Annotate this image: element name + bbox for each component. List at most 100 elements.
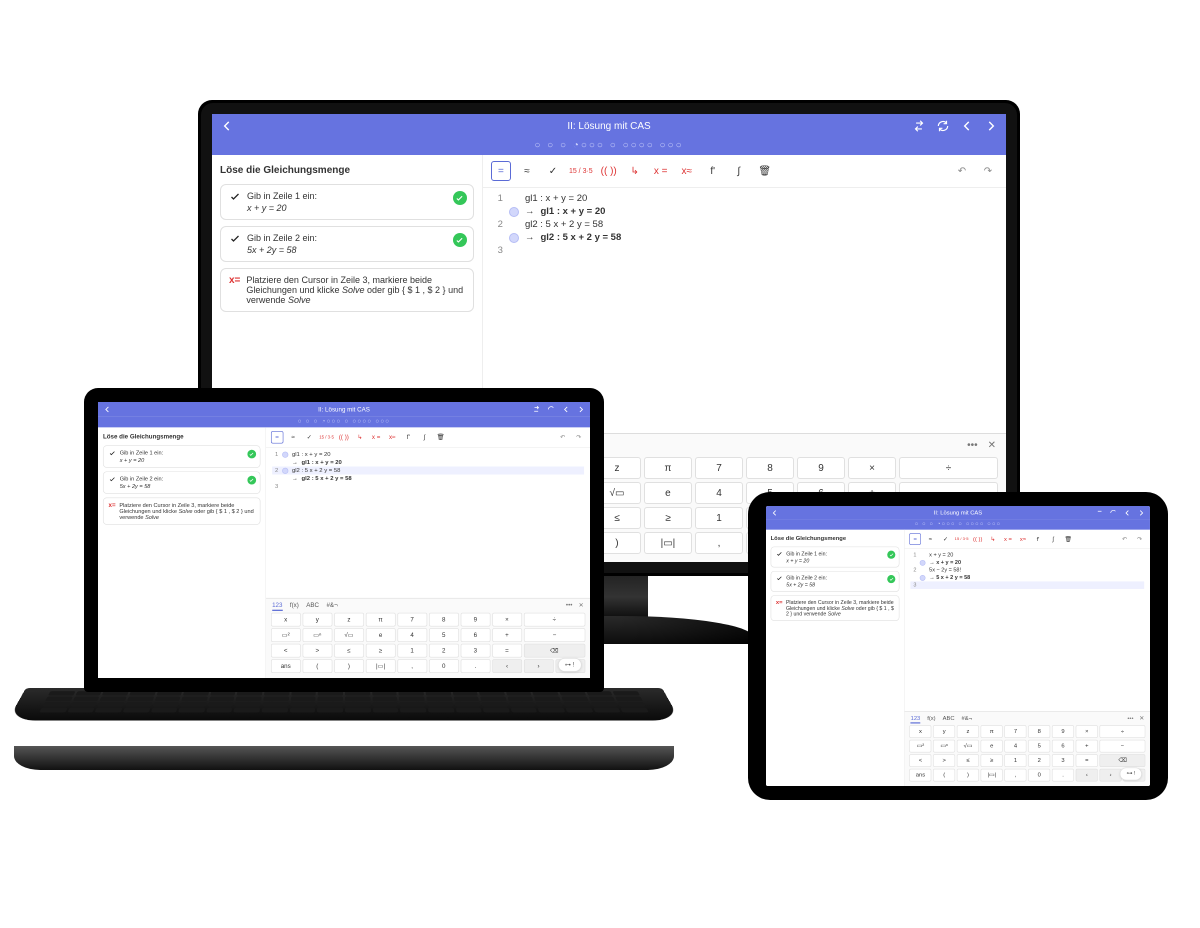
key[interactable]: √▭ bbox=[957, 740, 979, 753]
key[interactable]: y bbox=[933, 725, 955, 738]
key[interactable]: 6 bbox=[460, 628, 490, 642]
key[interactable]: − bbox=[524, 628, 585, 642]
tool-approx[interactable]: ≈ bbox=[517, 161, 537, 181]
key[interactable]: 6 bbox=[1052, 740, 1074, 753]
hint-fab[interactable]: ⊶ ! bbox=[1120, 767, 1142, 780]
key-1[interactable]: 1 bbox=[695, 507, 743, 529]
refresh-icon[interactable] bbox=[547, 405, 556, 414]
key-comma[interactable]: , bbox=[695, 532, 743, 554]
key[interactable]: 3 bbox=[1052, 754, 1074, 767]
key[interactable]: ≥ bbox=[981, 754, 1003, 767]
chevron-right-icon[interactable] bbox=[1137, 509, 1145, 517]
key[interactable]: ⌫ bbox=[1100, 754, 1146, 767]
key[interactable]: × bbox=[492, 613, 522, 627]
key[interactable]: 1 bbox=[397, 644, 427, 658]
key[interactable]: ans bbox=[271, 659, 301, 673]
key[interactable]: 3 bbox=[460, 644, 490, 658]
back-icon[interactable] bbox=[771, 509, 779, 517]
key[interactable]: > bbox=[933, 754, 955, 767]
hint-fab[interactable]: ⊶ ! bbox=[558, 658, 581, 672]
key[interactable]: e bbox=[366, 628, 396, 642]
chevron-right-icon[interactable] bbox=[984, 119, 998, 133]
key[interactable]: ‹ bbox=[492, 659, 522, 673]
key[interactable]: × bbox=[1076, 725, 1098, 738]
key-div[interactable]: ÷ bbox=[899, 457, 998, 479]
tool-nsolve[interactable]: x≈ bbox=[677, 161, 697, 181]
key-7[interactable]: 7 bbox=[695, 457, 743, 479]
kb-close-icon[interactable]: ✕ bbox=[988, 440, 996, 451]
key[interactable]: 9 bbox=[1052, 725, 1074, 738]
key[interactable]: › bbox=[1100, 769, 1122, 782]
chevron-left-icon[interactable] bbox=[960, 119, 974, 133]
key[interactable]: 2 bbox=[429, 644, 459, 658]
key[interactable]: ans bbox=[909, 769, 931, 782]
key[interactable]: ≥ bbox=[366, 644, 396, 658]
key[interactable]: 1 bbox=[1004, 754, 1026, 767]
key[interactable]: ÷ bbox=[524, 613, 585, 627]
key[interactable]: 2 bbox=[1028, 754, 1050, 767]
tool-check[interactable]: ✓ bbox=[543, 161, 563, 181]
key[interactable]: 8 bbox=[1028, 725, 1050, 738]
key[interactable]: ) bbox=[334, 659, 364, 673]
key[interactable]: 7 bbox=[397, 613, 427, 627]
back-icon[interactable] bbox=[103, 405, 112, 414]
key[interactable]: . bbox=[460, 659, 490, 673]
key-9[interactable]: 9 bbox=[797, 457, 845, 479]
key[interactable]: ) bbox=[957, 769, 979, 782]
tool-delete[interactable]: 🗑 bbox=[755, 161, 775, 181]
swap-icon[interactable] bbox=[1095, 509, 1103, 517]
key[interactable]: ≤ bbox=[957, 754, 979, 767]
tool-derivative[interactable]: f' bbox=[703, 161, 723, 181]
key[interactable]: ( bbox=[933, 769, 955, 782]
key[interactable]: x bbox=[271, 613, 301, 627]
tool-subst[interactable]: ↳ bbox=[625, 161, 645, 181]
key[interactable]: z bbox=[957, 725, 979, 738]
key[interactable]: x bbox=[909, 725, 931, 738]
undo-icon[interactable]: ↶ bbox=[952, 161, 972, 181]
tool-expand[interactable]: (( )) bbox=[599, 161, 619, 181]
bullet-icon[interactable] bbox=[509, 207, 519, 217]
key-4[interactable]: 4 bbox=[695, 482, 743, 504]
key[interactable]: 5 bbox=[429, 628, 459, 642]
key[interactable]: |▭| bbox=[366, 659, 396, 673]
key[interactable]: − bbox=[1100, 740, 1146, 753]
key[interactable]: ▭ⁿ bbox=[933, 740, 955, 753]
key[interactable]: + bbox=[1076, 740, 1098, 753]
key[interactable]: = bbox=[492, 644, 522, 658]
key[interactable]: 5 bbox=[1028, 740, 1050, 753]
chevron-right-icon[interactable] bbox=[576, 405, 585, 414]
key[interactable]: , bbox=[1004, 769, 1026, 782]
key[interactable]: < bbox=[271, 644, 301, 658]
refresh-icon[interactable] bbox=[1109, 509, 1117, 517]
key[interactable]: π bbox=[981, 725, 1003, 738]
key[interactable]: √▭ bbox=[334, 628, 364, 642]
key-8[interactable]: 8 bbox=[746, 457, 794, 479]
redo-icon[interactable]: ↷ bbox=[978, 161, 998, 181]
key[interactable]: = bbox=[1076, 754, 1098, 767]
key[interactable]: ⌫ bbox=[524, 644, 585, 658]
key[interactable]: ▭² bbox=[909, 740, 931, 753]
key[interactable]: 0 bbox=[1028, 769, 1050, 782]
key[interactable]: 4 bbox=[1004, 740, 1026, 753]
chevron-left-icon[interactable] bbox=[562, 405, 571, 414]
chevron-left-icon[interactable] bbox=[1123, 509, 1131, 517]
back-icon[interactable] bbox=[220, 119, 234, 133]
key[interactable]: > bbox=[302, 644, 332, 658]
key[interactable]: 7 bbox=[1004, 725, 1026, 738]
swap-icon[interactable] bbox=[912, 119, 926, 133]
key[interactable]: π bbox=[366, 613, 396, 627]
key[interactable]: ▭ⁿ bbox=[302, 628, 332, 642]
key[interactable]: › bbox=[524, 659, 554, 673]
key[interactable]: + bbox=[492, 628, 522, 642]
key[interactable]: ≤ bbox=[334, 644, 364, 658]
key[interactable]: z bbox=[334, 613, 364, 627]
key[interactable]: < bbox=[909, 754, 931, 767]
tool-integral[interactable]: ∫ bbox=[729, 161, 749, 181]
key[interactable]: ( bbox=[302, 659, 332, 673]
swap-icon[interactable] bbox=[532, 405, 541, 414]
tool-solve[interactable]: x = bbox=[651, 161, 671, 181]
tool-factor[interactable]: 15 / 3·5 bbox=[569, 161, 593, 181]
key[interactable]: |▭| bbox=[981, 769, 1003, 782]
key[interactable]: ▭² bbox=[271, 628, 301, 642]
key-mul[interactable]: × bbox=[848, 457, 896, 479]
